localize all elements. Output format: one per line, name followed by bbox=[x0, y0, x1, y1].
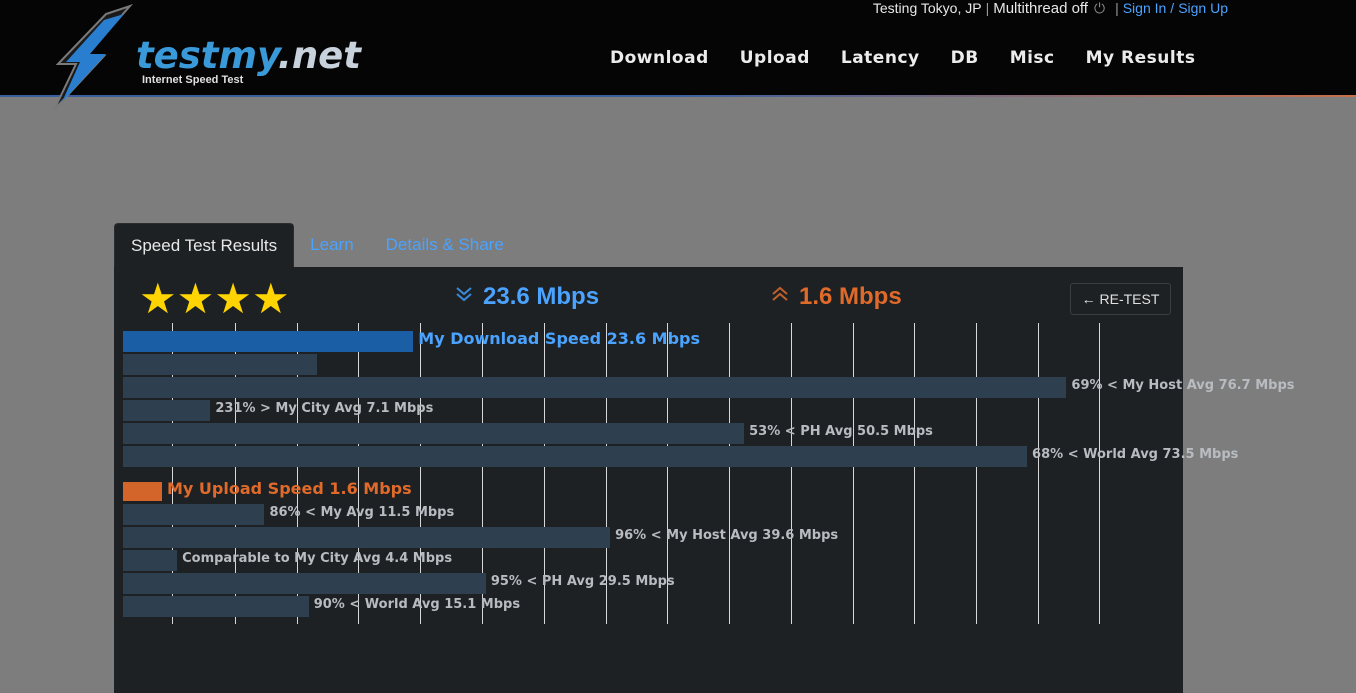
nav-misc[interactable]: Misc bbox=[1010, 48, 1055, 68]
grid-line bbox=[729, 474, 730, 624]
multithread-toggle[interactable]: Multithread off bbox=[993, 0, 1088, 17]
sign-in-link[interactable]: Sign In bbox=[1123, 0, 1167, 16]
upload-bar bbox=[123, 527, 611, 548]
upload-chevron-icon bbox=[772, 286, 788, 301]
top-status-bar: Testing Tokyo, JP | Multithread off ⏻ | Sign … bbox=[872, 0, 1228, 17]
nav-latency[interactable]: Latency bbox=[841, 48, 920, 68]
nav-db[interactable]: DB bbox=[951, 48, 979, 68]
grid-line bbox=[914, 474, 915, 624]
upload-main-bar bbox=[123, 482, 162, 501]
download-main-label: My Download Speed 23.6 Mbps bbox=[418, 329, 701, 348]
grid-line bbox=[853, 474, 854, 624]
download-main-bar bbox=[123, 331, 414, 352]
grid-line bbox=[1038, 474, 1039, 624]
upload-main-label: My Upload Speed 1.6 Mbps bbox=[167, 479, 412, 498]
lightning-bolt-icon bbox=[53, 4, 134, 111]
upload-bar-label: 95% < PH Avg 29.5 Mbps bbox=[490, 574, 675, 589]
download-bar-label: 231% > My City Avg 7.1 Mbps bbox=[215, 401, 434, 416]
link-separator: / bbox=[1170, 0, 1175, 16]
site-header: Testing Tokyo, JP | Multithread off ⏻ | Sign … bbox=[0, 0, 1356, 111]
grid-line bbox=[976, 474, 977, 624]
grid-line bbox=[1099, 474, 1100, 624]
star-rating: ★★★★ bbox=[139, 274, 290, 323]
nav-my-results[interactable]: My Results bbox=[1086, 48, 1196, 68]
download-bar bbox=[123, 400, 211, 421]
grid-line bbox=[791, 474, 792, 624]
download-bar-label: 68% < World Avg 73.5 Mbps bbox=[1032, 447, 1239, 462]
tab-speed-test-results[interactable]: Speed Test Results bbox=[114, 223, 295, 268]
upload-bar bbox=[123, 596, 309, 617]
upload-bar bbox=[123, 573, 486, 594]
download-bar bbox=[123, 354, 318, 375]
power-icon[interactable]: ⏻ bbox=[1094, 0, 1105, 16]
download-bar bbox=[123, 423, 745, 444]
retest-button[interactable]: ← RE-TEST bbox=[1070, 283, 1171, 315]
sign-up-link[interactable]: Sign Up bbox=[1178, 0, 1228, 16]
upload-bar-label: 86% < My Avg 11.5 Mbps bbox=[269, 505, 455, 520]
upload-bar-label: Comparable to My City Avg 4.4 Mbps bbox=[182, 551, 453, 566]
download-bar-label: 53% < PH Avg 50.5 Mbps bbox=[749, 424, 933, 439]
results-tabs: Speed Test Results Learn Details & Share bbox=[114, 223, 520, 268]
download-summary: 23.6 Mbps bbox=[455, 283, 599, 311]
download-bar bbox=[123, 377, 1067, 398]
download-chevron-icon bbox=[456, 287, 472, 302]
speed-comparison-chart: My Download Speed 23.6 Mbps 69% < My Host… bbox=[114, 267, 1294, 693]
upload-bar bbox=[123, 550, 178, 571]
brand-tagline: Internet Speed Test bbox=[142, 74, 244, 86]
site-logo[interactable]: testmy.net Internet Speed Test bbox=[46, 4, 361, 112]
upload-value: 1.6 Mbps bbox=[799, 283, 902, 310]
grid-line bbox=[667, 474, 668, 624]
upload-bar-label: 90% < World Avg 15.1 Mbps bbox=[313, 597, 521, 612]
grid-line bbox=[544, 474, 545, 624]
nav-download[interactable]: Download bbox=[610, 48, 709, 68]
grid-line bbox=[606, 474, 607, 624]
upload-bar bbox=[123, 504, 265, 525]
results-panel: My Download Speed 23.6 Mbps 69% < My Host… bbox=[114, 267, 1294, 693]
download-value: 23.6 Mbps bbox=[483, 283, 600, 310]
tab-learn[interactable]: Learn bbox=[294, 223, 369, 268]
upload-summary: 1.6 Mbps bbox=[771, 283, 902, 311]
upload-bar-label: 96% < My Host Avg 39.6 Mbps bbox=[615, 528, 839, 543]
nav-upload[interactable]: Upload bbox=[740, 48, 810, 68]
location-text: Testing Tokyo, JP bbox=[872, 0, 982, 16]
tab-details-share[interactable]: Details & Share bbox=[370, 223, 520, 268]
download-bar-label: 69% < My Host Avg 76.7 Mbps bbox=[1071, 378, 1295, 393]
main-nav: Download Upload Latency DB Misc My Resul… bbox=[610, 48, 1226, 68]
brand-name: testmy.net bbox=[136, 34, 361, 77]
download-bar bbox=[123, 446, 1028, 467]
